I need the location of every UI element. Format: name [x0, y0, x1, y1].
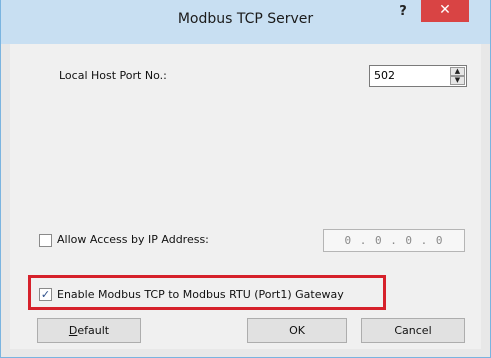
ok-button[interactable]: OK	[247, 318, 347, 343]
stepper-buttons: ▲ ▼	[450, 67, 465, 85]
default-button[interactable]: Default	[37, 318, 141, 343]
checkmark-icon: ✓	[40, 288, 51, 301]
dialog-window: Modbus TCP Server ? ✕ Local Host Port No…	[0, 0, 491, 358]
title-bar[interactable]: Modbus TCP Server ? ✕	[1, 0, 490, 44]
close-icon: ✕	[439, 2, 451, 18]
stepper-up-icon[interactable]: ▲	[450, 67, 465, 76]
help-button[interactable]: ?	[389, 2, 417, 24]
local-port-stepper[interactable]: 502 ▲ ▼	[369, 65, 467, 87]
close-button[interactable]: ✕	[421, 0, 469, 22]
cancel-button[interactable]: Cancel	[361, 318, 465, 343]
local-port-label: Local Host Port No.:	[59, 69, 167, 82]
stepper-down-icon[interactable]: ▼	[450, 76, 465, 85]
allow-access-label: Allow Access by IP Address:	[57, 233, 209, 246]
ip-address-field[interactable]: 0 . 0 . 0 . 0	[323, 229, 465, 252]
local-port-value[interactable]: 502	[374, 69, 395, 82]
default-label: efault	[77, 324, 110, 337]
gateway-label: Enable Modbus TCP to Modbus RTU (Port1) …	[57, 288, 344, 301]
gateway-checkbox[interactable]: ✓	[39, 288, 52, 301]
allow-access-checkbox[interactable]	[39, 234, 52, 247]
